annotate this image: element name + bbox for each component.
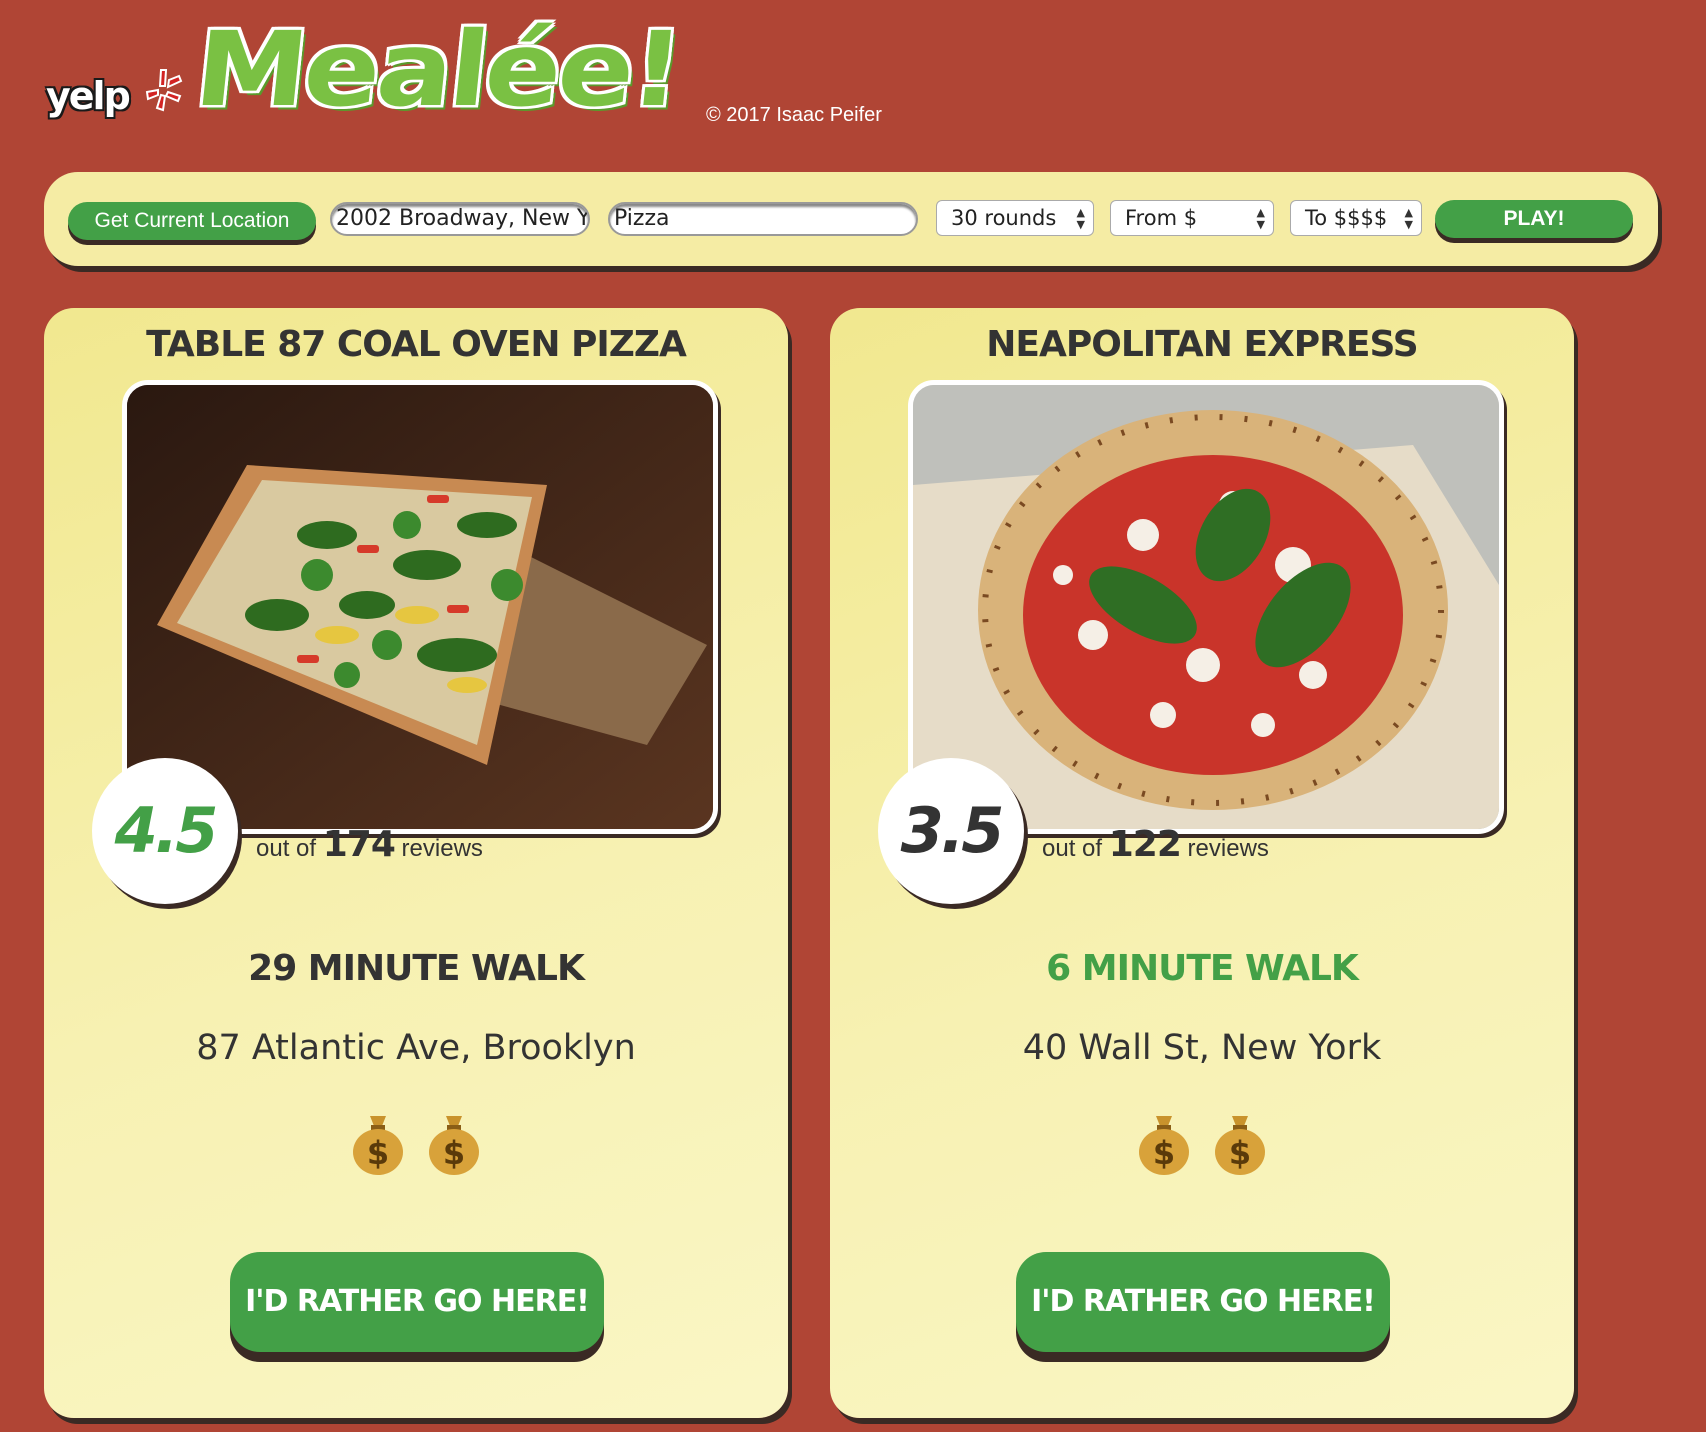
price-from-select[interactable]: From $ ▲ ▼ — [1110, 200, 1274, 236]
restaurant-card: TABLE 87 COAL OVEN PIZZA 4.5 out of 174 … — [44, 308, 788, 1418]
get-current-location-button[interactable]: Get Current Location — [68, 202, 316, 240]
price-level: $ $ — [830, 1108, 1574, 1181]
pizza-photo-icon — [913, 385, 1499, 829]
rounds-select-value: 30 rounds — [951, 206, 1057, 230]
restaurant-address: 87 Atlantic Ave, Brooklyn — [196, 1028, 636, 1068]
rating-badge: 3.5 — [878, 758, 1024, 904]
restaurant-photo — [122, 380, 718, 834]
money-bag-icon: $ — [426, 1108, 482, 1176]
select-arrows-icon: ▲ ▼ — [1256, 206, 1265, 231]
choose-restaurant-button[interactable]: I'D RATHER GO HERE! — [230, 1252, 604, 1352]
price-to-value: To $$$$ — [1305, 206, 1388, 230]
restaurant-card: NEAPOLITAN EXPRESS 3.5 out of 122 review… — [830, 308, 1574, 1418]
search-term-input[interactable]: Pizza — [608, 202, 918, 236]
svg-text:$: $ — [1229, 1134, 1251, 1172]
price-from-value: From $ — [1125, 206, 1198, 230]
svg-text:$: $ — [1153, 1134, 1175, 1172]
yelp-burst-icon — [145, 69, 183, 112]
choose-restaurant-button[interactable]: I'D RATHER GO HERE! — [1016, 1252, 1390, 1352]
reviews-prefix: out of — [256, 835, 317, 862]
rating-badge: 4.5 — [92, 758, 238, 904]
money-bag-icon: $ — [1136, 1108, 1192, 1176]
review-summary: out of 174 reviews — [256, 824, 483, 865]
pizza-photo-icon — [127, 385, 713, 829]
play-button[interactable]: PLAY! — [1435, 200, 1633, 238]
address-input[interactable]: 2002 Broadway, New Yo — [330, 202, 590, 236]
walk-time: 6 MINUTE WALK — [1046, 948, 1359, 989]
yelp-logo-text: yelp — [46, 74, 131, 118]
select-arrows-icon: ▲ ▼ — [1404, 206, 1413, 231]
review-summary: out of 122 reviews — [1042, 824, 1269, 865]
walk-time: 29 MINUTE WALK — [248, 948, 585, 989]
reviews-suffix: reviews — [1187, 835, 1269, 862]
restaurant-photo — [908, 380, 1504, 834]
reviews-suffix: reviews — [401, 835, 483, 862]
reviews-prefix: out of — [1042, 835, 1103, 862]
select-arrows-icon: ▲ ▼ — [1076, 206, 1085, 231]
money-bag-icon: $ — [350, 1108, 406, 1176]
copyright-text: © 2017 Isaac Peifer — [706, 104, 882, 126]
app-title: Mealée! — [189, 10, 686, 130]
review-count: 174 — [322, 824, 396, 865]
yelp-logo: yelp — [46, 66, 183, 126]
money-bag-icon: $ — [1212, 1108, 1268, 1176]
rating-value: 4.5 — [114, 794, 219, 867]
price-to-select[interactable]: To $$$$ ▲ ▼ — [1290, 200, 1422, 236]
review-count: 122 — [1108, 824, 1182, 865]
price-level: $ $ — [44, 1108, 788, 1181]
restaurant-address: 40 Wall St, New York — [1022, 1028, 1382, 1068]
rounds-select[interactable]: 30 rounds ▲ ▼ — [936, 200, 1094, 236]
rating-value: 3.5 — [900, 794, 1005, 867]
svg-text:$: $ — [367, 1134, 389, 1172]
restaurant-name: TABLE 87 COAL OVEN PIZZA — [146, 324, 687, 365]
restaurant-name: NEAPOLITAN EXPRESS — [986, 324, 1418, 365]
svg-text:$: $ — [443, 1134, 465, 1172]
